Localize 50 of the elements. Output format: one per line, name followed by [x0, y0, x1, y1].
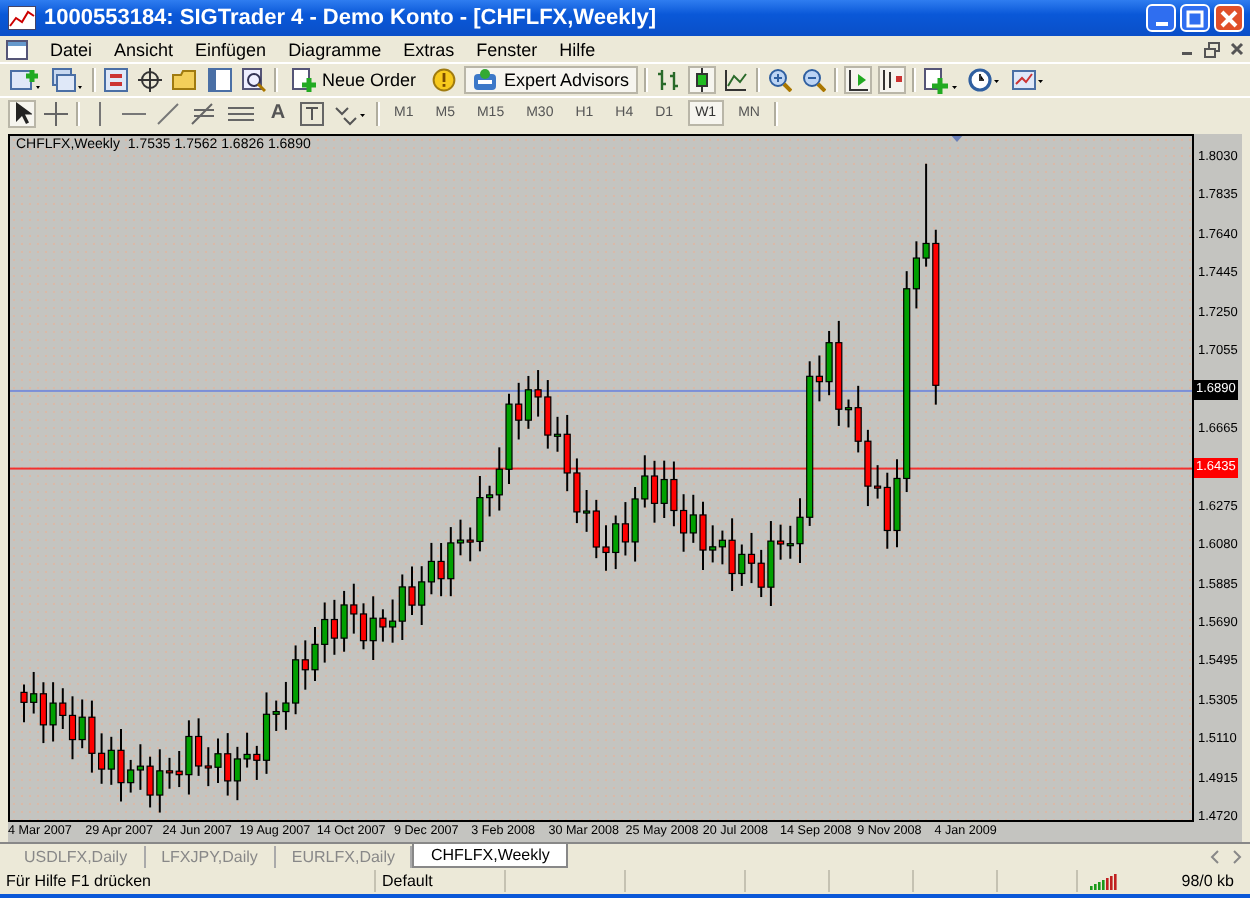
scroll-left-icon[interactable]	[1210, 850, 1220, 864]
menu-item[interactable]: Fenster	[476, 39, 538, 59]
order-icon	[292, 68, 316, 92]
menu-item[interactable]: Extras	[403, 39, 455, 59]
shift-marker-icon[interactable]	[950, 136, 964, 142]
menu-item[interactable]: Einfügen	[195, 39, 267, 59]
menu-item[interactable]: Ansicht	[114, 39, 174, 59]
new-order-button[interactable]: Neue Order	[284, 66, 425, 94]
connection-bars-icon	[1090, 873, 1118, 889]
traffic-counter: 98/0 kb	[1181, 872, 1236, 890]
text-tool-button[interactable]: A	[264, 99, 292, 127]
crosshair-icon[interactable]	[42, 99, 70, 127]
restore-icon[interactable]	[1204, 41, 1220, 57]
alert-icon[interactable]	[430, 66, 459, 94]
close-button[interactable]	[1214, 4, 1244, 32]
menu-item[interactable]: Diagramme	[288, 39, 382, 59]
profiles-button[interactable]	[50, 66, 86, 94]
maximize-button[interactable]	[1180, 4, 1210, 32]
minimize-button[interactable]	[1146, 4, 1176, 32]
chart-shift-icon[interactable]	[877, 66, 906, 94]
window-icon[interactable]	[206, 66, 234, 94]
indicators-button[interactable]	[921, 66, 960, 94]
zoom-out-icon[interactable]	[799, 66, 828, 94]
chart-tab[interactable]: CHFLFX,Weekly	[412, 844, 568, 868]
expert-advisors-button[interactable]: Expert Advisors	[464, 66, 638, 94]
scroll-right-icon[interactable]	[1232, 850, 1242, 864]
status-text: Für Hilfe F1 drücken	[0, 870, 376, 892]
zoom-in-icon[interactable]	[765, 66, 794, 94]
templates-button[interactable]	[1009, 66, 1048, 94]
fibonacci-icon[interactable]	[188, 99, 220, 127]
menu-item[interactable]: Hilfe	[559, 39, 596, 59]
close-icon	[1220, 9, 1238, 27]
menu-item[interactable]: Datei	[50, 39, 93, 59]
trend-line-icon[interactable]	[154, 99, 182, 127]
cursor-icon[interactable]	[8, 99, 36, 127]
close-icon[interactable]	[1230, 42, 1244, 56]
clock-button[interactable]	[965, 66, 1004, 94]
magnifier-icon[interactable]	[240, 66, 268, 94]
maximize-icon	[1186, 9, 1204, 27]
candlestick-icon[interactable]	[687, 66, 716, 94]
text-label-icon[interactable]	[298, 99, 326, 127]
window-title: 1000553184: SIGTrader 4 - Demo Konto - [CHFLFX,Weekly]	[44, 6, 657, 30]
bar-chart-icon[interactable]	[653, 66, 682, 94]
profile-name: Default	[376, 870, 506, 892]
line-chart-icon[interactable]	[721, 66, 750, 94]
market-watch-icon[interactable]	[102, 66, 130, 94]
new-chart-button[interactable]	[8, 66, 44, 94]
auto-scroll-icon[interactable]	[843, 66, 872, 94]
chart-icon	[8, 6, 36, 30]
crosshair-icon[interactable]	[136, 66, 164, 94]
